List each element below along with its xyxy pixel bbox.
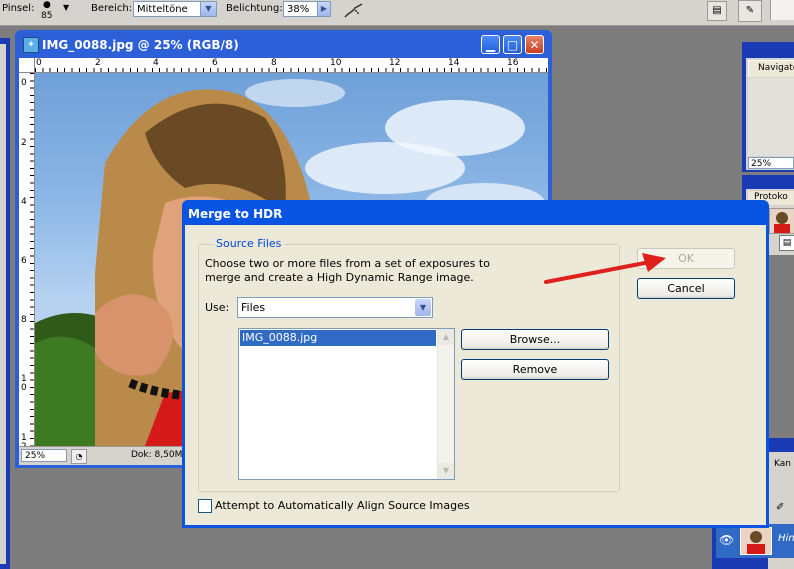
navigator-tab-label: Navigato [758,63,794,73]
ruler-tick-label: 6 [212,58,218,68]
options-bar: Pinsel: ● 85 ▼ Bereich: Mitteltöne ▼ Bel… [0,0,794,26]
layer-name: Hin [778,533,794,544]
source-files-legend: Source Files [213,237,285,250]
brush-label: Pinsel: [2,3,35,14]
photoshop-doc-icon: ✦ [23,37,39,53]
use-select-value: Files [241,301,266,314]
ruler-tick-label: 2 [21,138,27,148]
browse-button[interactable]: Browse... [461,329,609,350]
brush-tool-icon[interactable]: ✐ [776,502,784,513]
brush-dropdown-icon[interactable]: ▼ [63,3,69,12]
chevron-down-icon[interactable]: ▼ [200,2,216,16]
close-button[interactable]: ✕ [525,35,544,54]
navigator-body: Navigato 25% [746,58,794,170]
maximize-icon: □ [506,38,519,52]
exposure-label: Belichtung: [226,3,283,14]
layer-thumbnail [740,527,772,555]
range-label: Bereich: [91,3,133,14]
palette-well-icon[interactable]: ▤ [707,1,727,21]
ruler-horizontal[interactable]: 0 2 4 6 8 10 12 14 16 [35,58,548,73]
list-item[interactable]: IMG_0088.jpg [240,330,436,346]
minimize-button[interactable]: ▁ [481,35,500,54]
ruler-tick-label: 12 [389,58,401,68]
ruler-tick-label: 0 [21,78,27,88]
maximize-button[interactable]: □ [503,35,522,54]
list-scrollbar[interactable]: ▲ ▼ [437,329,454,479]
slider-arrow-icon[interactable]: ▶ [317,2,330,16]
workspace-tab[interactable] [770,0,794,20]
ruler-ticks [30,73,34,446]
navigator-preview[interactable] [748,78,794,156]
palette-menu-icon[interactable]: ▤ [779,235,794,251]
align-checkbox-label: Attempt to Automatically Align Source Im… [215,499,470,512]
channels-tab-label: Kan [774,459,791,469]
ruler-tick-label: 12 [21,433,27,447]
range-select[interactable]: Mitteltöne ▼ [133,1,217,17]
navigator-zoom-value: 25% [751,159,772,169]
ruler-tick-label: 14 [448,58,460,68]
ruler-tick-label: 6 [21,256,27,266]
status-menu-icon[interactable]: ◔ [71,449,87,464]
ruler-tick-label: 16 [507,58,519,68]
layer-row[interactable]: 👁 Hin [716,524,794,558]
scroll-down-icon[interactable]: ▼ [438,463,454,479]
left-toolbox-body [0,44,6,564]
minimize-icon: ▁ [485,38,496,52]
document-size: Dok: 8,50M [131,450,183,460]
use-select[interactable]: Files ▼ [237,297,433,318]
merge-to-hdr-dialog[interactable]: Merge to HDR Source Files Choose two or … [182,200,769,528]
file-browser-icon[interactable]: ✎ [738,0,762,22]
exposure-input[interactable]: 38% ▶ [283,1,331,17]
document-title: IMG_0088.jpg @ 25% (RGB/8) [42,38,239,52]
dialog-description: Choose two or more files from a set of e… [205,257,490,284]
use-label: Use: [205,301,230,314]
navigator-zoom-field[interactable]: 25% [748,157,794,169]
dialog-title: Merge to HDR [188,207,283,221]
ruler-tick-label: 10 [21,374,27,393]
tab-navigator[interactable]: Navigato [748,60,794,77]
align-checkbox[interactable] [198,499,212,513]
ruler-ticks [35,68,548,72]
ruler-tick-label: 8 [21,315,27,325]
chevron-down-icon[interactable]: ▼ [415,299,431,316]
exposure-value: 38% [287,4,310,15]
ruler-vertical[interactable]: 0 2 4 6 8 10 12 [19,73,35,446]
close-icon: ✕ [529,38,540,52]
scroll-up-icon[interactable]: ▲ [438,329,454,345]
remove-button[interactable]: Remove [461,359,609,380]
brush-dot-icon[interactable]: ● [43,0,51,10]
zoom-value: 25% [25,451,46,461]
ruler-tick-label: 4 [153,58,159,68]
annotation-arrow-icon [544,253,666,284]
document-titlebar[interactable]: ✦ IMG_0088.jpg @ 25% (RGB/8) [21,34,546,56]
tab-channels[interactable]: Kan [768,458,794,472]
ruler-tick-label: 8 [271,58,277,68]
navigator-palette: Navigato 25% [742,42,794,172]
ruler-tick-label: 2 [95,58,101,68]
range-select-value: Mitteltöne [137,4,188,15]
ruler-corner [19,58,35,73]
history-snapshot-thumb[interactable] [769,208,794,234]
ruler-tick-label: 4 [21,197,27,207]
brush-size: 85 [41,11,53,21]
eye-icon[interactable]: 👁 [719,533,734,547]
ruler-tick-label: 10 [330,58,342,68]
airbrush-icon[interactable] [343,2,365,20]
source-files-list[interactable]: IMG_0088.jpg ▲ ▼ [238,328,455,480]
ruler-tick-label: 0 [36,58,42,68]
zoom-field[interactable]: 25% [21,449,67,462]
